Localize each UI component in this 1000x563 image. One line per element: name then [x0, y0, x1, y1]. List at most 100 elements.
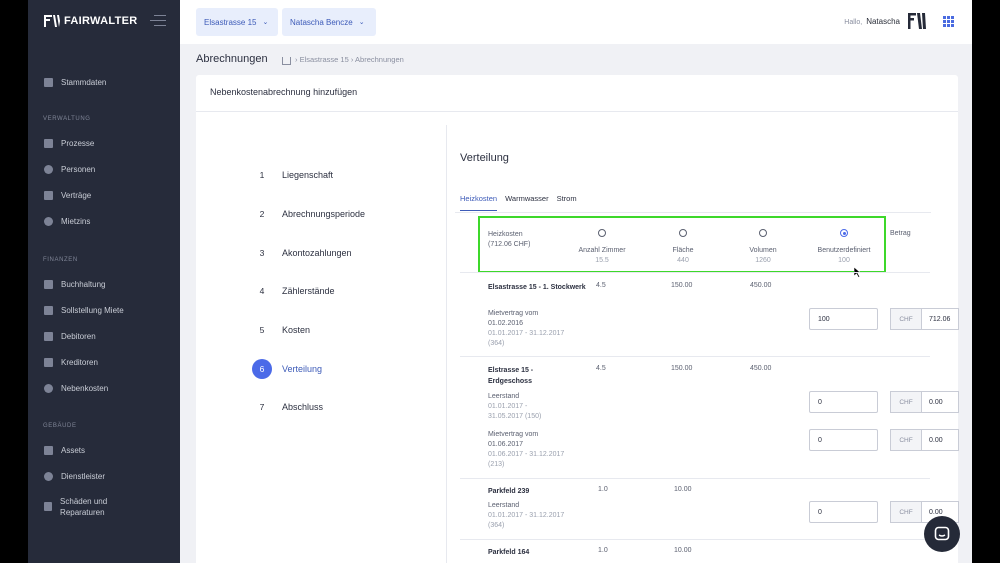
tab-heizkosten[interactable]: Heizkosten: [460, 194, 498, 211]
chevron-down-icon: ⌄: [358, 19, 365, 26]
step-kosten[interactable]: 5 Kosten: [252, 320, 402, 340]
step-zaehlerstaende[interactable]: 4 Zählerstände: [252, 281, 402, 301]
brand-logo[interactable]: FAIRWALTER: [44, 15, 137, 27]
amount-value[interactable]: 0.00: [921, 391, 959, 413]
step-number: 7: [259, 402, 265, 412]
sidebar-item-debitoren[interactable]: Debitoren: [44, 332, 96, 341]
sidebar-item-label: Assets: [61, 446, 86, 455]
step-number: 5: [259, 325, 265, 335]
tenancy-info: Mietvertrag vom 01.02.2016 01.01.2017 - …: [488, 309, 568, 349]
sidebar-item-vertraege[interactable]: Verträge: [44, 191, 91, 200]
unit-rooms: 4.5: [596, 282, 606, 289]
option-anzahl-zimmer[interactable]: Anzahl Zimmer 15.5: [562, 229, 642, 264]
menu-toggle-icon[interactable]: [150, 15, 166, 27]
step-liegenschaft[interactable]: 1 Liegenschaft: [252, 165, 402, 185]
rent-icon: [44, 217, 53, 226]
divider: [460, 272, 930, 273]
tenancy-label: Mietvertrag vom 01.02.2016: [488, 310, 539, 327]
app-frame: FAIRWALTER Stammdaten VERWALTUNG Prozess…: [28, 0, 972, 563]
currency-addon: CHF: [890, 308, 921, 330]
option-flaeche[interactable]: Fläche 440: [643, 229, 723, 264]
sidebar-item-prozesse[interactable]: Prozesse: [44, 139, 94, 148]
fairwalter-logo-icon[interactable]: [908, 13, 926, 29]
fairwalter-logo-icon: [44, 15, 60, 27]
unit-name: Parkfeld 164: [488, 549, 530, 556]
unit-name: Elsastrasse 15 - 1. Stockwerk: [488, 284, 586, 291]
unit-rooms: 1.0: [598, 547, 608, 554]
step-number: 3: [259, 248, 265, 258]
sidebar-section-title: GEBÄUDE: [43, 423, 77, 429]
step-label: Verteilung: [282, 364, 323, 374]
user-select[interactable]: Natascha Bencze ⌄: [282, 8, 376, 36]
currency-addon: CHF: [890, 501, 921, 523]
tab-warmwasser[interactable]: Warmwasser: [505, 194, 548, 211]
cost-header: Heizkosten (712.06 CHF): [488, 230, 530, 250]
card-title: Nebenkostenabrechnung hinzufügen: [210, 87, 358, 97]
tab-strom[interactable]: Strom: [557, 194, 577, 211]
sidebar-item-schaeden[interactable]: Schäden und Reparaturen: [44, 496, 144, 518]
custom-share-input[interactable]: 100: [809, 308, 878, 330]
radio-button[interactable]: [759, 229, 767, 237]
sidebar-item-nebenkosten[interactable]: Nebenkosten: [44, 384, 108, 393]
step-abrechnungsperiode[interactable]: 2 Abrechnungsperiode: [252, 204, 402, 224]
sidebar-item-label: Stammdaten: [61, 78, 107, 87]
sidebar-item-label: Kreditoren: [61, 358, 98, 367]
option-label: Anzahl Zimmer: [578, 247, 626, 254]
creditors-icon: [44, 358, 53, 367]
amount-value[interactable]: 0.00: [921, 429, 959, 451]
sidebar-item-buchhaltung[interactable]: Buchhaltung: [44, 280, 105, 289]
breadcrumb: › Elsastrasse 15 › Abrechnungen: [282, 55, 404, 65]
unit-rooms: 1.0: [598, 486, 608, 493]
process-icon: [44, 139, 53, 148]
amount-value[interactable]: 712.06: [921, 308, 959, 330]
amount-field[interactable]: CHF 0.00: [890, 391, 959, 413]
repairs-icon: [44, 502, 53, 511]
sidebar-item-label: Debitoren: [61, 332, 96, 341]
home-icon[interactable]: [282, 56, 291, 65]
tenancy-label: Mietvertrag vom 01.06.2017: [488, 431, 539, 448]
divider: [446, 125, 447, 563]
sidebar-item-label: Personen: [61, 165, 96, 174]
step-label: Abschluss: [282, 402, 324, 412]
user-select-value: Natascha Bencze: [290, 17, 353, 27]
step-verteilung[interactable]: 6 Verteilung: [252, 359, 402, 379]
page-title: Abrechnungen: [196, 53, 268, 65]
people-icon: [44, 165, 53, 174]
service-provider-icon: [44, 472, 53, 481]
option-benutzerdefiniert[interactable]: Benutzerdefiniert 100: [804, 229, 884, 264]
custom-share-input[interactable]: 0: [809, 429, 878, 451]
tenancy-label: Leerstand: [488, 393, 520, 400]
radio-button-selected[interactable]: [840, 229, 848, 237]
apps-grid-icon[interactable]: [943, 16, 954, 27]
amount-field[interactable]: CHF 712.06: [890, 308, 959, 330]
assets-icon: [44, 446, 53, 455]
cost-amount: (712.06 CHF): [488, 241, 531, 248]
step-label: Liegenschaft: [282, 170, 334, 180]
sidebar-item-sollstellung-miete[interactable]: Sollstellung Miete: [44, 306, 124, 315]
amount-field[interactable]: CHF 0.00: [890, 429, 959, 451]
step-label: Akontozahlungen: [282, 248, 352, 258]
breadcrumb-path[interactable]: › Elsastrasse 15 › Abrechnungen: [295, 55, 404, 64]
currency-addon: CHF: [890, 429, 921, 451]
step-abschluss[interactable]: 7 Abschluss: [252, 397, 402, 417]
option-volumen[interactable]: Volumen 1260: [723, 229, 803, 264]
chat-button[interactable]: [924, 516, 960, 552]
property-select[interactable]: Elsastrasse 15 ⌄: [196, 8, 278, 36]
sidebar-item-dienstleister[interactable]: Dienstleister: [44, 472, 105, 481]
sidebar-item-stammdaten[interactable]: Stammdaten: [44, 78, 106, 87]
sidebar-item-assets[interactable]: Assets: [44, 446, 85, 455]
user-name[interactable]: Natascha: [866, 17, 900, 26]
sidebar-section-title: FINANZEN: [43, 257, 78, 263]
step-akontozahlungen[interactable]: 3 Akontozahlungen: [252, 243, 402, 263]
sidebar-item-kreditoren[interactable]: Kreditoren: [44, 358, 98, 367]
custom-share-input[interactable]: 0: [809, 391, 878, 413]
custom-share-input[interactable]: 0: [809, 501, 878, 523]
divider: [455, 212, 931, 213]
step-label: Abrechnungsperiode: [282, 209, 366, 219]
unit-name: Parkfeld 239: [488, 488, 530, 495]
radio-button[interactable]: [679, 229, 687, 237]
radio-button[interactable]: [598, 229, 606, 237]
sidebar-item-personen[interactable]: Personen: [44, 165, 95, 174]
sidebar-item-mietzins[interactable]: Mietzins: [44, 217, 90, 226]
tenancy-info: Leerstand 01.01.2017 - 31.05.2017 (150): [488, 392, 558, 422]
